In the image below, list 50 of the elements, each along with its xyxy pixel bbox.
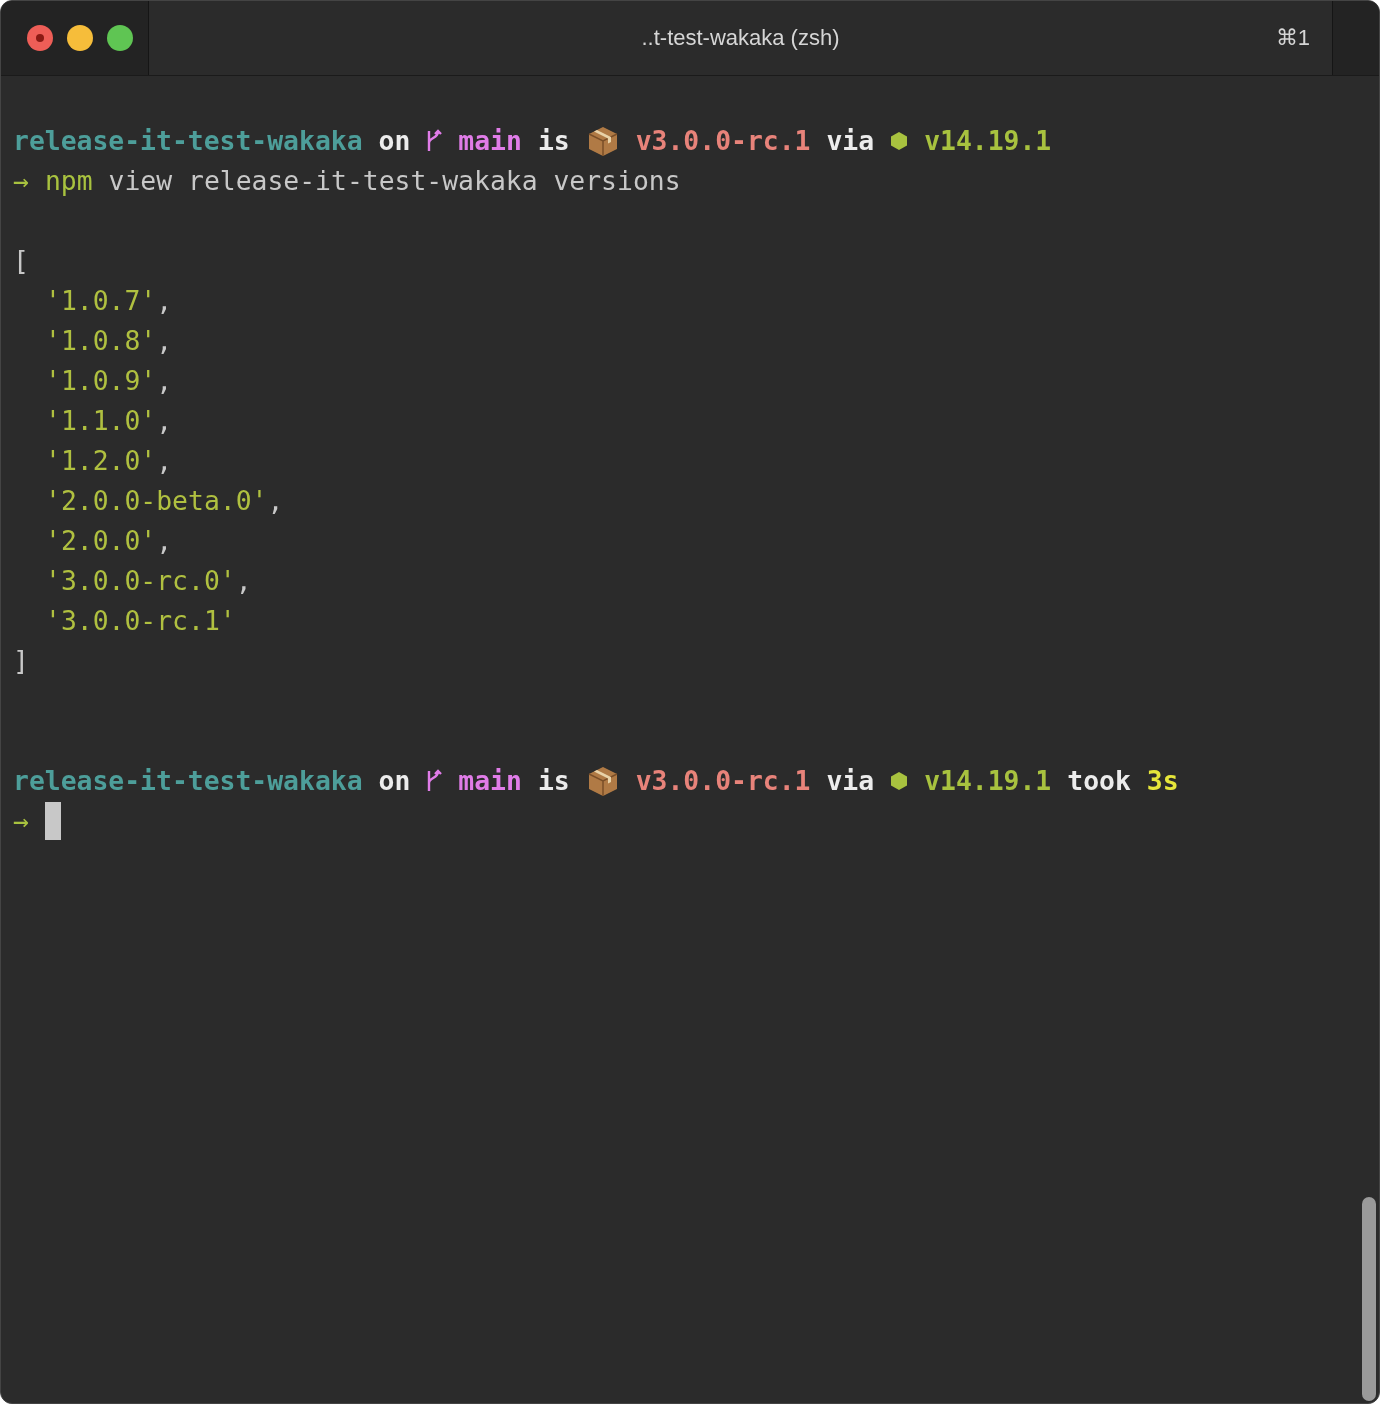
- close-button[interactable]: [27, 25, 53, 51]
- punctuation: ]: [13, 644, 29, 678]
- version-string: '1.1.0': [45, 404, 157, 438]
- node-version: v14.19.1: [924, 124, 1052, 158]
- punctuation: ,: [156, 404, 173, 438]
- package-version: v3.0.0-rc.1: [635, 124, 811, 158]
- command-arguments: view release-it-test-wakaka versions: [108, 164, 681, 198]
- hexagon-icon: [890, 771, 909, 791]
- prompt-word: is: [537, 764, 570, 798]
- window-title: ..t-test-wakaka (zsh): [641, 25, 840, 51]
- minimize-button[interactable]: [67, 25, 93, 51]
- prompt-arrow: →: [13, 804, 29, 838]
- prompt-arrow: →: [13, 164, 29, 198]
- directory-name: release-it-test-wakaka: [13, 124, 363, 158]
- prompt-word: on: [378, 764, 411, 798]
- branch-icon: [426, 128, 443, 154]
- branch-icon: [426, 768, 443, 794]
- branch-name: main: [458, 764, 522, 798]
- punctuation: ,: [156, 444, 173, 478]
- node-version: v14.19.1: [924, 764, 1052, 798]
- prompt-word: took: [1067, 764, 1131, 798]
- punctuation: ,: [156, 364, 173, 398]
- duration: 3s: [1146, 764, 1179, 798]
- command-name: npm: [44, 164, 93, 198]
- punctuation: [: [13, 244, 29, 278]
- hexagon-icon: [890, 131, 909, 151]
- version-string: '1.0.9': [45, 364, 157, 398]
- directory-name: release-it-test-wakaka: [13, 764, 363, 798]
- punctuation: ,: [235, 564, 252, 598]
- branch-name: main: [458, 124, 522, 158]
- version-string: '2.0.0-beta.0': [45, 484, 268, 518]
- package-version: v3.0.0-rc.1: [635, 764, 811, 798]
- punctuation: ,: [156, 324, 173, 358]
- prompt-word: on: [378, 124, 411, 158]
- terminal-tab[interactable]: ..t-test-wakaka (zsh) ⌘1: [149, 1, 1332, 75]
- punctuation: ,: [267, 484, 284, 518]
- prompt-word: is: [537, 124, 570, 158]
- version-string: '1.2.0': [45, 444, 157, 478]
- version-string: '3.0.0-rc.1': [45, 604, 236, 638]
- prompt-word: via: [826, 764, 875, 798]
- version-string: '2.0.0': [45, 524, 157, 558]
- zoom-button[interactable]: [107, 25, 133, 51]
- punctuation: ,: [156, 524, 173, 558]
- tab-shortcut: ⌘1: [1275, 25, 1310, 51]
- scrollbar-thumb[interactable]: [1362, 1197, 1376, 1401]
- version-string: '1.0.8': [45, 324, 157, 358]
- prompt-word: via: [826, 124, 875, 158]
- version-string: '1.0.7': [45, 284, 157, 318]
- punctuation: ,: [156, 284, 173, 318]
- version-string: '3.0.0-rc.0': [45, 564, 236, 598]
